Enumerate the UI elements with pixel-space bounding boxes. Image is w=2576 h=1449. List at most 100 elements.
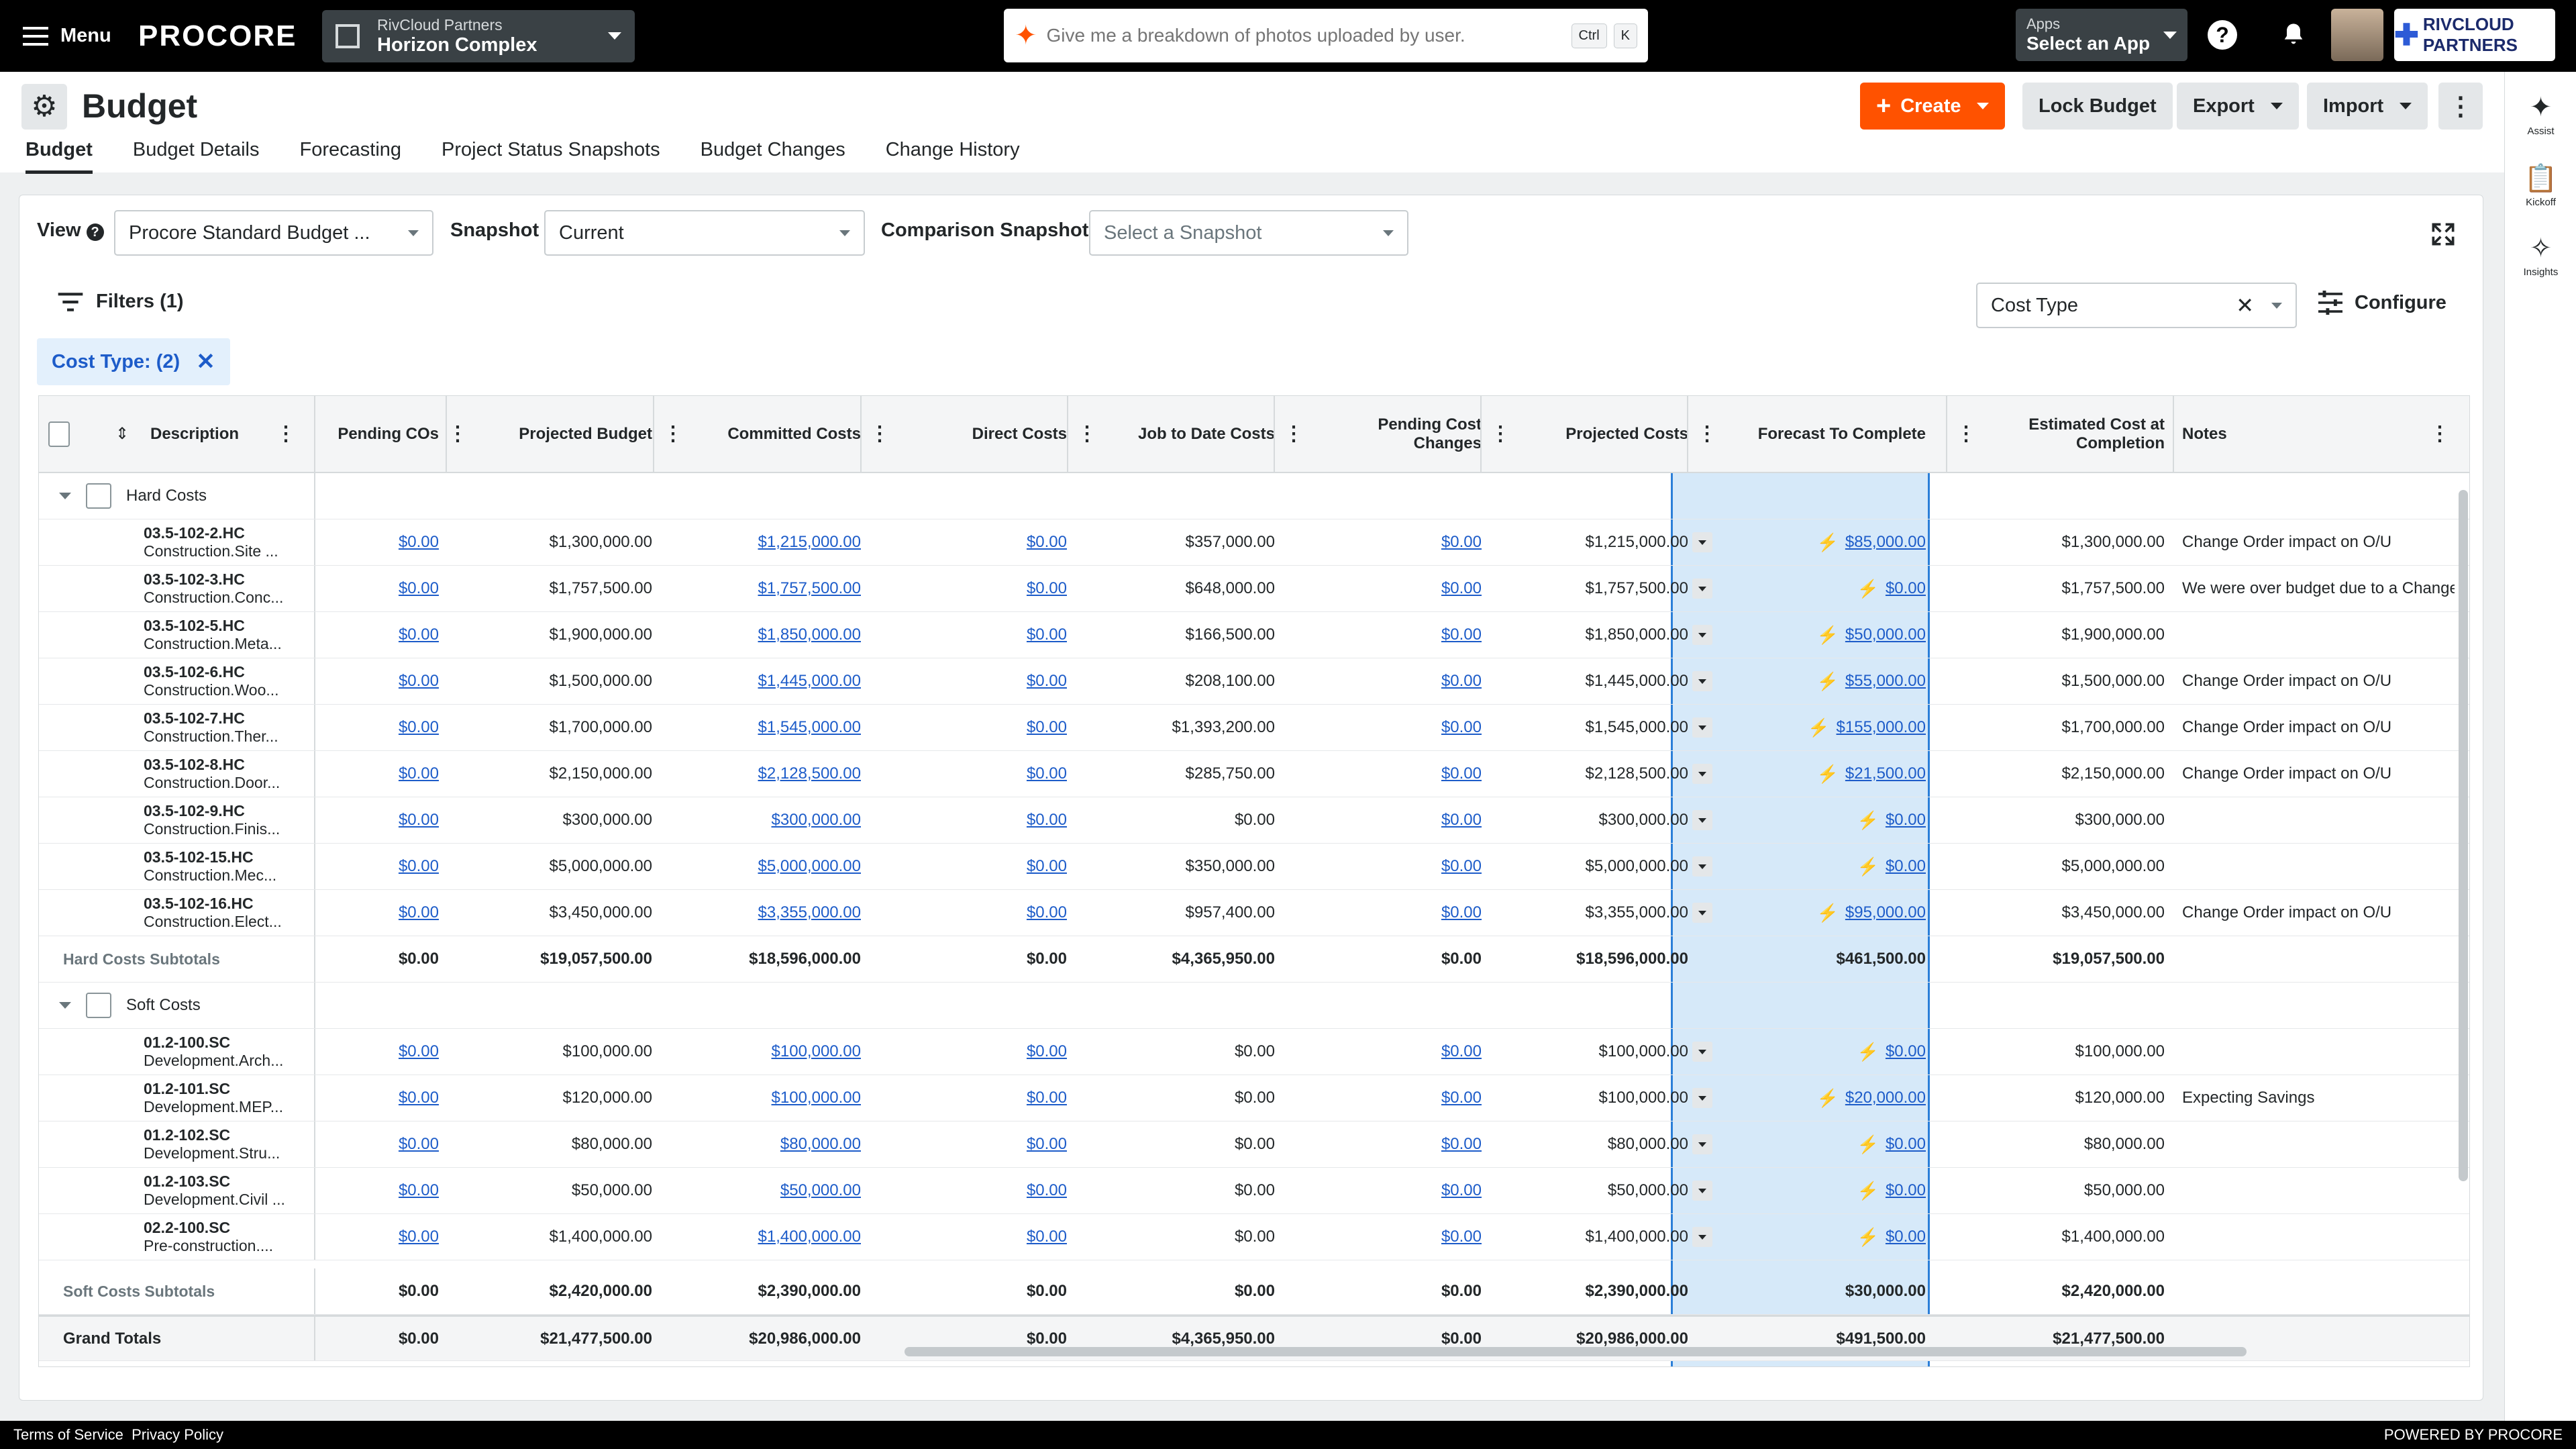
value-forecast[interactable]: $0.00 bbox=[1886, 579, 1926, 598]
table-row[interactable]: 03.5-102-6.HC Construction.Woo... $0.00 $1,… bbox=[39, 658, 2469, 705]
value-forecast[interactable]: $95,000.00 bbox=[1845, 903, 1926, 922]
value-pco[interactable]: $0.00 bbox=[399, 1042, 439, 1061]
value-dc[interactable]: $0.00 bbox=[1027, 811, 1067, 830]
cell-dc[interactable]: $0.00 bbox=[860, 890, 1076, 936]
value-dc[interactable]: $0.00 bbox=[1027, 672, 1067, 691]
table-row[interactable]: 03.5-102-3.HC Construction.Conc... $0.00 $1… bbox=[39, 566, 2469, 612]
dropdown-icon[interactable] bbox=[1692, 1227, 1712, 1247]
cell-pcc[interactable]: $0.00 bbox=[1274, 1029, 1491, 1075]
cell-pco[interactable]: $0.00 bbox=[314, 890, 448, 936]
cell-pcc[interactable]: $0.00 bbox=[1274, 1214, 1491, 1260]
table-row[interactable]: 01.2-100.SC Development.Arch... $0.00 $100,… bbox=[39, 1029, 2469, 1075]
cell-forecast[interactable]: ⚡ $85,000.00 bbox=[1683, 519, 1935, 565]
value-pcc[interactable]: $0.00 bbox=[1441, 672, 1482, 691]
value-cc[interactable]: $1,850,000.00 bbox=[758, 626, 861, 644]
menu-button[interactable]: Menu bbox=[23, 25, 117, 47]
cell-forecast[interactable]: ⚡ $95,000.00 bbox=[1683, 890, 1935, 936]
cell-dc[interactable]: $0.00 bbox=[860, 1214, 1076, 1260]
cell-dc[interactable]: $0.00 bbox=[860, 705, 1076, 750]
header-pending-cost-changes[interactable]: Pending Cost Changes bbox=[1274, 396, 1491, 472]
value-pco[interactable]: $0.00 bbox=[399, 1228, 439, 1246]
value-pco[interactable]: $0.00 bbox=[399, 811, 439, 830]
group-toggle[interactable]: Hard Costs bbox=[50, 473, 318, 519]
vertical-scrollbar[interactable] bbox=[2459, 490, 2468, 1181]
cell-pcc[interactable]: $0.00 bbox=[1274, 658, 1491, 704]
cell-pcc[interactable]: $0.00 bbox=[1274, 519, 1491, 565]
value-pco[interactable]: $0.00 bbox=[399, 626, 439, 644]
rail-assist[interactable]: ✦ Assist bbox=[2505, 92, 2576, 137]
dropdown-icon[interactable] bbox=[1692, 903, 1712, 923]
header-direct-costs[interactable]: Direct Costs bbox=[860, 396, 1076, 472]
value-cc[interactable]: $1,400,000.00 bbox=[758, 1228, 861, 1246]
value-pcc[interactable]: $0.00 bbox=[1441, 764, 1482, 783]
filters-button[interactable]: Filters (1) bbox=[57, 291, 184, 313]
value-dc[interactable]: $0.00 bbox=[1027, 1042, 1067, 1061]
dropdown-icon[interactable] bbox=[1692, 625, 1712, 645]
rail-kickoff[interactable]: 📋 Kickoff bbox=[2505, 162, 2576, 208]
value-cc[interactable]: $100,000.00 bbox=[772, 1042, 861, 1061]
value-pcc[interactable]: $0.00 bbox=[1441, 1042, 1482, 1061]
cell-forecast[interactable]: ⚡ $20,000.00 bbox=[1683, 1075, 1935, 1121]
chevron-down-icon[interactable] bbox=[59, 1002, 71, 1009]
cell-cc[interactable]: $1,545,000.00 bbox=[653, 705, 870, 750]
select-all-checkbox[interactable] bbox=[48, 421, 70, 447]
value-dc[interactable]: $0.00 bbox=[1027, 1135, 1067, 1154]
value-dc[interactable]: $0.00 bbox=[1027, 579, 1067, 598]
tab-change-history[interactable]: Change History bbox=[886, 139, 1020, 174]
avatar[interactable] bbox=[2331, 9, 2383, 61]
cell-pcc[interactable]: $0.00 bbox=[1274, 751, 1491, 797]
cell-pco[interactable]: $0.00 bbox=[314, 1168, 448, 1213]
filter-chip-cost-type[interactable]: Cost Type: (2) ✕ bbox=[37, 338, 230, 385]
header-forecast-to-complete[interactable]: Forecast To Complete bbox=[1687, 396, 1935, 472]
value-dc[interactable]: $0.00 bbox=[1027, 764, 1067, 783]
header-estimated-cost-at-completion[interactable]: Estimated Cost at Completion bbox=[1946, 396, 2174, 472]
value-dc[interactable]: $0.00 bbox=[1027, 1228, 1067, 1246]
table-row[interactable]: 03.5-102-5.HC Construction.Meta... $0.00 $1… bbox=[39, 612, 2469, 658]
value-pcc[interactable]: $0.00 bbox=[1441, 1089, 1482, 1107]
header-notes[interactable]: Notes bbox=[2173, 396, 2374, 472]
cell-notes[interactable] bbox=[2173, 844, 2455, 889]
cell-cc[interactable]: $5,000,000.00 bbox=[653, 844, 870, 889]
cell-notes[interactable]: Change Order impact on O/U bbox=[2173, 705, 2455, 750]
cell-pcc[interactable]: $0.00 bbox=[1274, 705, 1491, 750]
cell-dc[interactable]: $0.00 bbox=[860, 1168, 1076, 1213]
cell-dc[interactable]: $0.00 bbox=[860, 658, 1076, 704]
view-select[interactable]: Procore Standard Budget ... bbox=[114, 210, 433, 256]
cell-dc[interactable]: $0.00 bbox=[860, 1121, 1076, 1167]
tab-project-status-snapshots[interactable]: Project Status Snapshots bbox=[442, 139, 660, 174]
cell-cc[interactable]: $100,000.00 bbox=[653, 1075, 870, 1121]
value-pco[interactable]: $0.00 bbox=[399, 764, 439, 783]
cell-forecast[interactable]: ⚡ $0.00 bbox=[1683, 844, 1935, 889]
help-icon[interactable]: ? bbox=[2208, 20, 2237, 50]
value-forecast[interactable]: $85,000.00 bbox=[1845, 533, 1926, 552]
cell-cc[interactable]: $50,000.00 bbox=[653, 1168, 870, 1213]
value-cc[interactable]: $1,445,000.00 bbox=[758, 672, 861, 691]
sort-icon[interactable]: ⇕ bbox=[106, 396, 133, 472]
value-forecast[interactable]: $50,000.00 bbox=[1845, 626, 1926, 644]
privacy-link[interactable]: Privacy Policy bbox=[132, 1426, 223, 1444]
dropdown-icon[interactable] bbox=[1692, 1181, 1712, 1201]
cell-notes[interactable]: Change Order impact on O/U bbox=[2173, 658, 2455, 704]
dropdown-icon[interactable] bbox=[1692, 579, 1712, 599]
cell-pco[interactable]: $0.00 bbox=[314, 612, 448, 658]
more-options-icon[interactable]: ⋮ bbox=[2438, 83, 2483, 130]
cell-forecast[interactable]: ⚡ $0.00 bbox=[1683, 1121, 1935, 1167]
table-row[interactable]: 03.5-102-7.HC Construction.Ther... $0.00 $1… bbox=[39, 705, 2469, 751]
value-pco[interactable]: $0.00 bbox=[399, 903, 439, 922]
cell-pco[interactable]: $0.00 bbox=[314, 705, 448, 750]
group-checkbox[interactable] bbox=[86, 483, 111, 509]
value-forecast[interactable]: $0.00 bbox=[1886, 1135, 1926, 1154]
procore-logo[interactable]: PROCORE bbox=[138, 19, 314, 53]
cell-forecast[interactable]: ⚡ $0.00 bbox=[1683, 1214, 1935, 1260]
value-forecast[interactable]: $0.00 bbox=[1886, 1181, 1926, 1200]
value-forecast[interactable]: $21,500.00 bbox=[1845, 764, 1926, 783]
cell-pco[interactable]: $0.00 bbox=[314, 1075, 448, 1121]
cell-pcc[interactable]: $0.00 bbox=[1274, 797, 1491, 843]
company-brand-logo[interactable]: ✚ RIVCLOUD PARTNERS bbox=[2394, 9, 2555, 61]
cell-dc[interactable]: $0.00 bbox=[860, 566, 1076, 611]
value-cc[interactable]: $1,545,000.00 bbox=[758, 718, 861, 737]
value-pco[interactable]: $0.00 bbox=[399, 533, 439, 552]
header-pending-cos[interactable]: Pending COs bbox=[314, 396, 448, 472]
cell-pco[interactable]: $0.00 bbox=[314, 658, 448, 704]
table-row[interactable]: 03.5-102-9.HC Construction.Finis... $0.00 $… bbox=[39, 797, 2469, 844]
